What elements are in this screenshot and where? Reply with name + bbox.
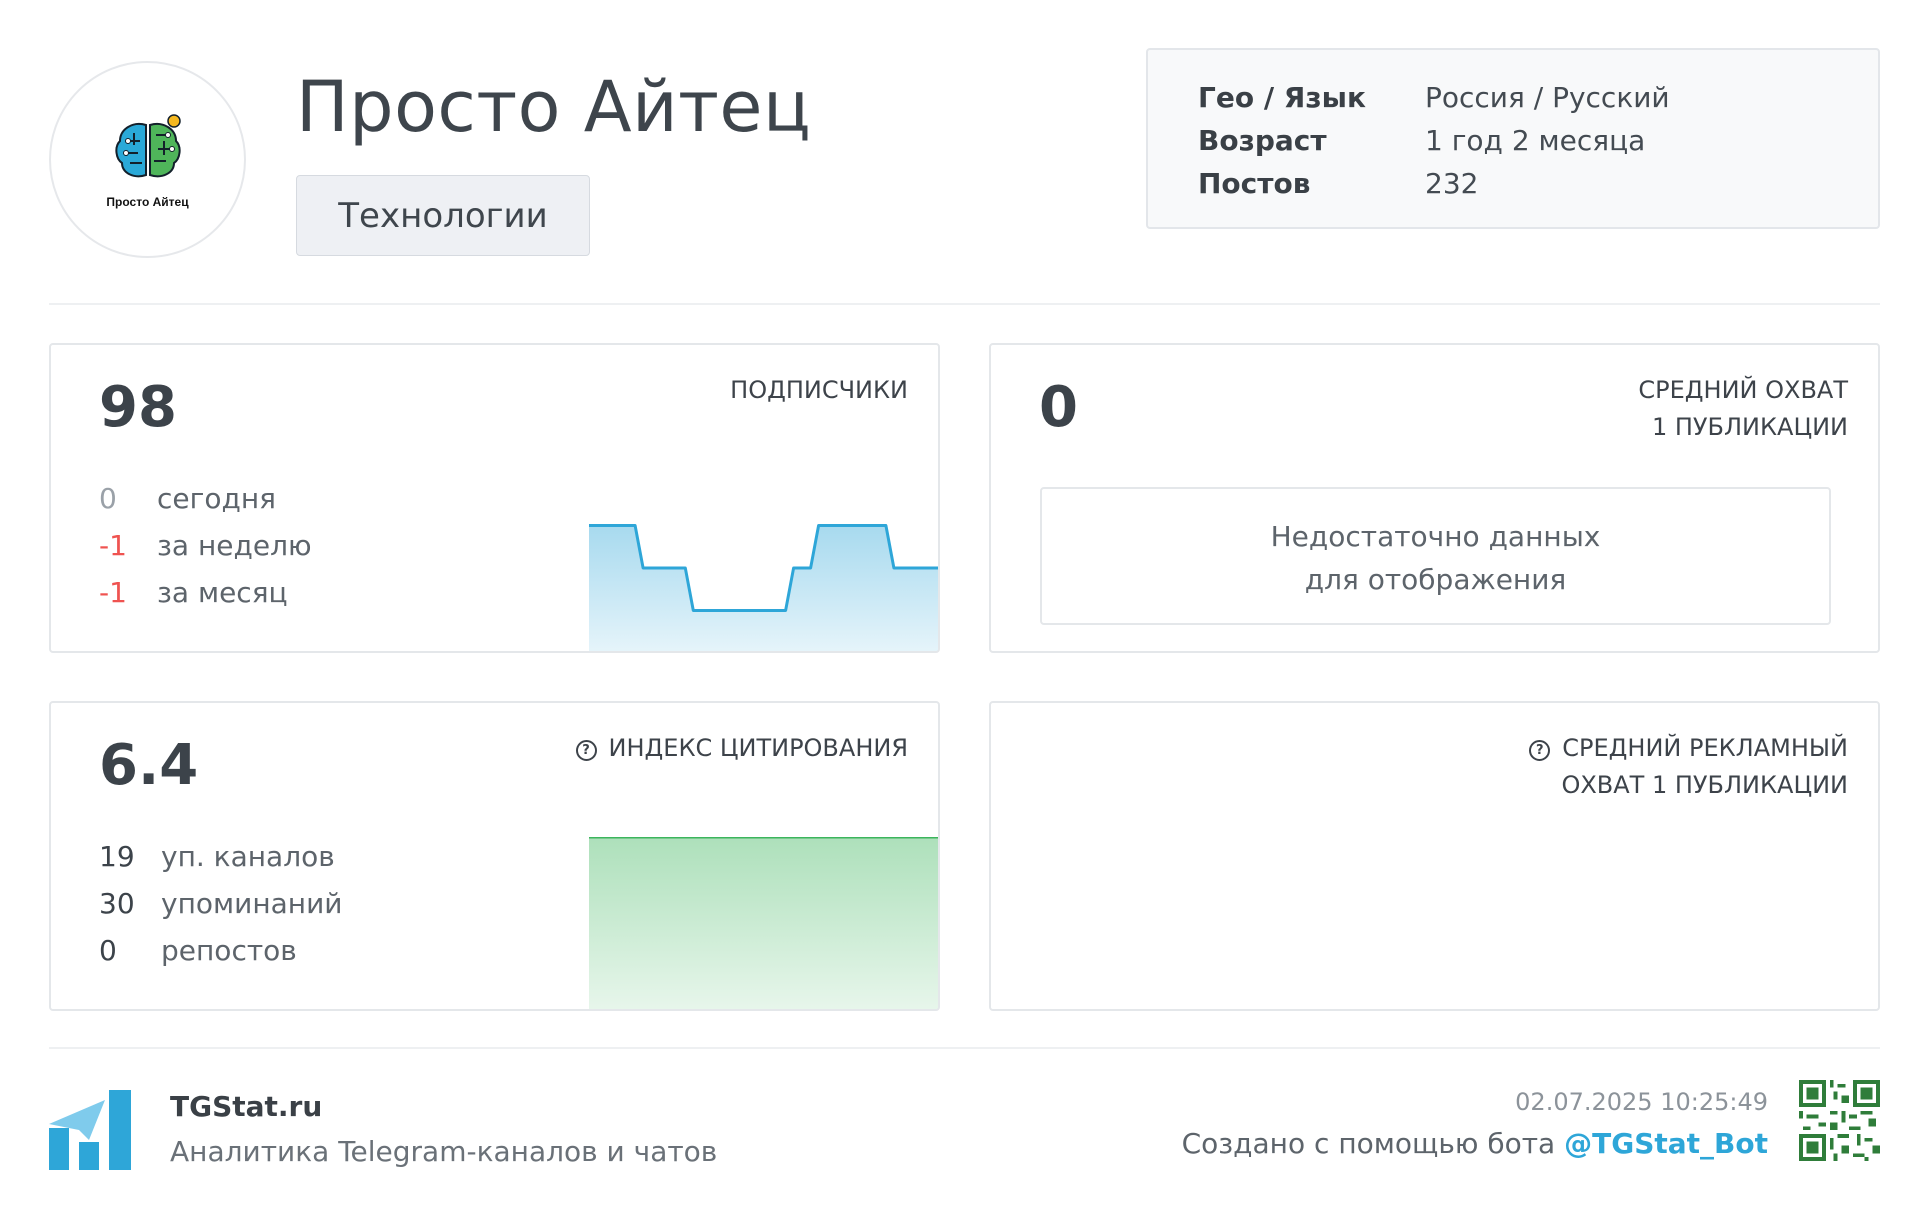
footer-tagline: Аналитика Telegram-каналов и чатов [170,1135,718,1168]
sparkline-area [589,837,938,1009]
citation-index-card: 6.4 ? ИНДЕКС ЦИТИРОВАНИЯ 19 уп. каналов 3… [49,701,940,1011]
avg-reach-value: 0 [1039,375,1078,440]
stat-label: за неделю [157,529,312,562]
subscribers-label: ПОДПИСЧИКИ [730,376,908,404]
stat-value: 30 [99,887,135,920]
no-data-text: для отображения [1304,563,1567,596]
info-key: Постов [1198,167,1311,200]
no-data-box: Недостаточно данных для отображения [1040,487,1831,625]
bot-link[interactable]: @TGStat_Bot [1564,1127,1768,1160]
sparkline-area [589,525,938,651]
citation-index-label: ? ИНДЕКС ЦИТИРОВАНИЯ [575,730,908,767]
ad-reach-label: ? СРЕДНИЙ РЕКЛАМНЫЙ ОХВАТ 1 ПУБЛИКАЦИИ [1529,730,1848,804]
logo-caption: Просто Айтец [106,194,189,209]
category-badge[interactable]: Технологии [296,175,590,256]
info-row-geo: Гео / Язык Россия / Русский [1198,76,1878,119]
stat-value: -1 [99,529,127,562]
subscribers-card: 98 ПОДПИСЧИКИ 0 сегодня -1 за неделю -1 … [49,343,940,653]
qr-code-icon [1799,1080,1880,1161]
info-value: 1 год 2 месяца [1425,124,1646,157]
channel-avatar: Просто Айтец [49,61,246,258]
stat-value: 19 [99,840,135,873]
info-value: Россия / Русский [1425,81,1670,114]
info-row-age: Возраст 1 год 2 месяца [1198,119,1878,162]
stat-value: -1 [99,576,127,609]
help-icon[interactable]: ? [1529,740,1551,761]
citation-index-title: ИНДЕКС ЦИТИРОВАНИЯ [608,734,908,762]
brain-icon [114,113,181,177]
stat-row-week: -1 за неделю [99,522,312,569]
avg-reach-label: СРЕДНИЙ ОХВАТ 1 ПУБЛИКАЦИИ [1638,372,1848,446]
stat-value: 0 [99,482,117,515]
stat-label: упоминаний [161,887,343,920]
ad-reach-label-line: СРЕДНИЙ РЕКЛАМНЫЙ [1562,734,1848,762]
avg-reach-label-line: 1 ПУБЛИКАЦИИ [1651,413,1848,441]
ad-reach-label-line: ОХВАТ 1 ПУБЛИКАЦИИ [1561,771,1848,799]
stat-row-reposts: 0 репостов [99,927,343,974]
footer-site-name[interactable]: TGStat.ru [170,1090,322,1123]
footer-created-by: Создано с помощью бота @TGStat_Bot [1182,1127,1768,1160]
avg-reach-label-line: СРЕДНИЙ ОХВАТ [1638,376,1848,404]
stat-label: уп. каналов [161,840,335,873]
info-key: Гео / Язык [1198,81,1366,114]
no-data-text: Недостаточно данных [1270,520,1601,553]
subscribers-stats: 0 сегодня -1 за неделю -1 за месяц [99,475,312,616]
created-by-text: Создано с помощью бота [1181,1127,1565,1160]
footer-divider [49,1047,1880,1049]
citation-index-value: 6.4 [99,733,199,798]
tgstat-logo-icon [49,1090,131,1170]
stat-label: репостов [161,934,297,967]
channel-info-panel: Гео / Язык Россия / Русский Возраст 1 го… [1146,48,1880,229]
help-icon[interactable]: ? [575,740,597,761]
ad-reach-card: ? СРЕДНИЙ РЕКЛАМНЫЙ ОХВАТ 1 ПУБЛИКАЦИИ [989,701,1880,1011]
stat-label: сегодня [157,482,276,515]
subscribers-sparkline [589,524,938,651]
stat-row-mentions: 30 упоминаний [99,880,343,927]
info-value: 232 [1425,167,1479,200]
header-divider [49,303,1880,305]
channel-title: Просто Айтец [296,66,812,148]
citation-sparkline [589,837,938,1009]
stat-row-channels: 19 уп. каналов [99,833,343,880]
citation-stats: 19 уп. каналов 30 упоминаний 0 репостов [99,833,343,974]
avg-reach-card: 0 СРЕДНИЙ ОХВАТ 1 ПУБЛИКАЦИИ Недостаточн… [989,343,1880,653]
subscribers-count: 98 [99,375,177,440]
info-key: Возраст [1198,124,1327,157]
stat-row-today: 0 сегодня [99,475,312,522]
footer-timestamp: 02.07.2025 10:25:49 [1515,1088,1768,1116]
stat-label: за месяц [157,576,288,609]
info-row-posts: Постов 232 [1198,162,1878,205]
stat-row-month: -1 за месяц [99,569,312,616]
stat-value: 0 [99,934,117,967]
